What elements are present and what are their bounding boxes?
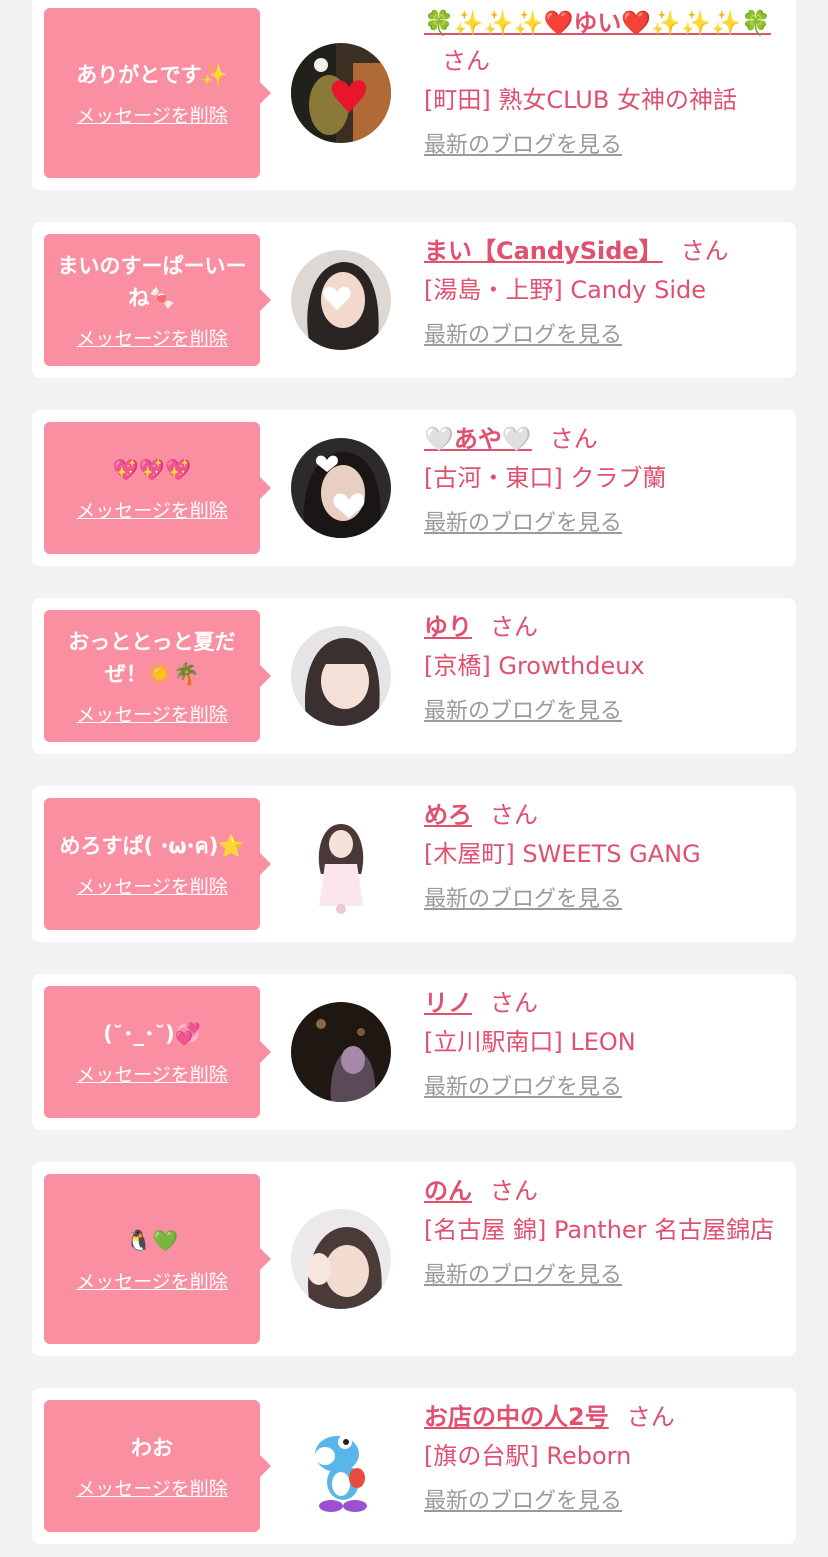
avatar-photo-icon (291, 438, 391, 538)
honorific: さん (626, 1403, 675, 1431)
blog-link[interactable]: 最新のブログを見る (424, 885, 622, 915)
message-text: 🐧💚 (125, 1228, 179, 1253)
message-bubble: まいのすーぱーいーね🍬 メッセージを削除 (44, 234, 271, 366)
message-card: 💖💖💖 メッセージを削除 🤍あや🤍 さん [古河・東口] クラブ蘭 最新のブログを… (32, 410, 796, 566)
avatar-photo-icon (291, 250, 391, 350)
girl-info: リノ さん [立川駅南口] LEON 最新のブログを見る (424, 984, 786, 1103)
delete-message-link[interactable]: メッセージを削除 (76, 1474, 228, 1501)
avatar[interactable] (291, 438, 391, 538)
avatar[interactable] (291, 1416, 391, 1516)
avatar[interactable] (291, 43, 391, 143)
message-card: ありがとです✨ メッセージを削除 🍀✨✨✨❤️ゆい❤️✨✨✨🍀 さん [町田] 熟… (32, 0, 796, 190)
name-line: のん さん (424, 1172, 786, 1210)
message-card: 🐧💚 メッセージを削除 のん さん [名古屋 錦] Panther 名古屋錦店 最… (32, 1162, 796, 1356)
message-text: ありがとです✨ (76, 62, 228, 87)
message-text: めろすぱ( ·ω·ค)⭐️ (59, 833, 245, 858)
delete-message-link[interactable]: メッセージを削除 (76, 700, 228, 727)
name-line: 🤍あや🤍 さん (424, 420, 786, 458)
girl-name-link[interactable]: 🤍あや🤍 (424, 425, 532, 453)
avatar-photo-icon (291, 43, 391, 143)
message-text: 💖💖💖 (112, 457, 192, 482)
avatar[interactable] (291, 1209, 391, 1309)
avatar-photo-icon (291, 1209, 391, 1309)
avatar-photo-icon (291, 814, 391, 914)
message-text: おっととっと夏だぜ！☀️🌴 (68, 629, 236, 686)
blog-link[interactable]: 最新のブログを見る (424, 509, 622, 539)
message-bubble: おっととっと夏だぜ！☀️🌴 メッセージを削除 (44, 610, 271, 742)
girl-info: お店の中の人2号 さん [旗の台駅] Reborn 最新のブログを見る (424, 1398, 786, 1517)
girl-name-link[interactable]: ゆり (424, 613, 472, 641)
blog-link[interactable]: 最新のブログを見る (424, 697, 622, 727)
shop-name: [旗の台駅] Reborn (424, 1442, 632, 1470)
avatar[interactable] (291, 250, 391, 350)
avatar[interactable] (291, 1002, 391, 1102)
delete-message-link[interactable]: メッセージを削除 (76, 1060, 228, 1087)
shop-name: [木屋町] SWEETS GANG (424, 840, 701, 868)
girl-name-link[interactable]: お店の中の人2号 (424, 1403, 609, 1431)
message-card: わお メッセージを削除 お店の中の人2号 さん [旗の台駅] Reborn 最新… (32, 1388, 796, 1544)
girl-info: めろ さん [木屋町] SWEETS GANG 最新のブログを見る (424, 796, 786, 915)
honorific: さん (549, 425, 598, 453)
avatar-photo-icon (291, 1002, 391, 1102)
name-line: 🍀✨✨✨❤️ゆい❤️✨✨✨🍀 さん (424, 4, 786, 80)
girl-name-link[interactable]: めろ (424, 801, 472, 829)
delete-message-link[interactable]: メッセージを削除 (76, 324, 228, 351)
message-bubble: わお メッセージを削除 (44, 1400, 271, 1532)
shop-name: [名古屋 錦] Panther 名古屋錦店 (424, 1216, 775, 1244)
message-card: (˘･_･˘)💞 メッセージを削除 リノ さん [立川駅南口] LEON 最新のブ… (32, 974, 796, 1130)
girl-name-link[interactable]: リノ (424, 989, 472, 1017)
message-bubble: めろすぱ( ·ω·ค)⭐️ メッセージを削除 (44, 798, 271, 930)
message-bubble: 💖💖💖 メッセージを削除 (44, 422, 271, 554)
girl-info: のん さん [名古屋 錦] Panther 名古屋錦店 最新のブログを見る (424, 1172, 786, 1291)
girl-info: ゆり さん [京橋] Growthdeux 最新のブログを見る (424, 608, 786, 727)
shop-name: [京橋] Growthdeux (424, 652, 645, 680)
girl-name-link[interactable]: まい【CandySide】 (424, 237, 663, 265)
blog-link[interactable]: 最新のブログを見る (424, 321, 622, 351)
blog-link[interactable]: 最新のブログを見る (424, 1073, 622, 1103)
message-text: (˘･_･˘)💞 (103, 1021, 201, 1046)
honorific: さん (490, 801, 538, 829)
shop-name: [立川駅南口] LEON (424, 1028, 636, 1056)
name-line: めろ さん (424, 796, 786, 834)
yoshi-figure-icon (291, 1416, 391, 1516)
message-bubble: (˘･_･˘)💞 メッセージを削除 (44, 986, 271, 1118)
girl-info: まい【CandySide】 さん [湯島・上野] Candy Side 最新のブロ… (424, 232, 786, 351)
girl-info: 🤍あや🤍 さん [古河・東口] クラブ蘭 最新のブログを見る (424, 420, 786, 539)
name-line: ゆり さん (424, 608, 786, 646)
honorific: さん (490, 1177, 538, 1205)
message-text: まいのすーぱーいーね🍬 (57, 253, 247, 310)
name-line: お店の中の人2号 さん (424, 1398, 786, 1436)
delete-message-link[interactable]: メッセージを削除 (76, 101, 228, 128)
message-card: まいのすーぱーいーね🍬 メッセージを削除 まい【CandySide】 さん [湯島… (32, 222, 796, 378)
message-bubble: ありがとです✨ メッセージを削除 (44, 8, 271, 178)
delete-message-link[interactable]: メッセージを削除 (76, 496, 228, 523)
shop-name: [古河・東口] クラブ蘭 (424, 464, 667, 492)
shop-name: [町田] 熟女CLUB 女神の神話 (424, 86, 737, 114)
girl-name-link[interactable]: 🍀✨✨✨❤️ゆい❤️✨✨✨🍀 (424, 9, 771, 37)
avatar-photo-icon (291, 626, 391, 726)
name-line: まい【CandySide】 さん (424, 232, 786, 270)
blog-link[interactable]: 最新のブログを見る (424, 1261, 622, 1291)
girl-info: 🍀✨✨✨❤️ゆい❤️✨✨✨🍀 さん [町田] 熟女CLUB 女神の神話 最新のブロ… (424, 4, 786, 161)
message-text: わお (131, 1435, 173, 1460)
shop-name: [湯島・上野] Candy Side (424, 276, 706, 304)
honorific: さん (490, 989, 538, 1017)
avatar[interactable] (291, 814, 391, 914)
delete-message-link[interactable]: メッセージを削除 (76, 1267, 228, 1294)
girl-name-link[interactable]: のん (424, 1177, 472, 1205)
honorific: さん (442, 47, 490, 75)
message-list: ありがとです✨ メッセージを削除 🍀✨✨✨❤️ゆい❤️✨✨✨🍀 さん [町田] 熟… (0, 0, 828, 1557)
blog-link[interactable]: 最新のブログを見る (424, 1487, 622, 1517)
message-bubble: 🐧💚 メッセージを削除 (44, 1174, 271, 1344)
message-card: めろすぱ( ·ω·ค)⭐️ メッセージを削除 めろ さん [木屋町] SWEETS… (32, 786, 796, 942)
delete-message-link[interactable]: メッセージを削除 (76, 872, 228, 899)
avatar[interactable] (291, 626, 391, 726)
honorific: さん (490, 613, 538, 641)
message-card: おっととっと夏だぜ！☀️🌴 メッセージを削除 ゆり さん [京橋] Growthd… (32, 598, 796, 754)
blog-link[interactable]: 最新のブログを見る (424, 131, 622, 161)
name-line: リノ さん (424, 984, 786, 1022)
honorific: さん (680, 237, 729, 265)
